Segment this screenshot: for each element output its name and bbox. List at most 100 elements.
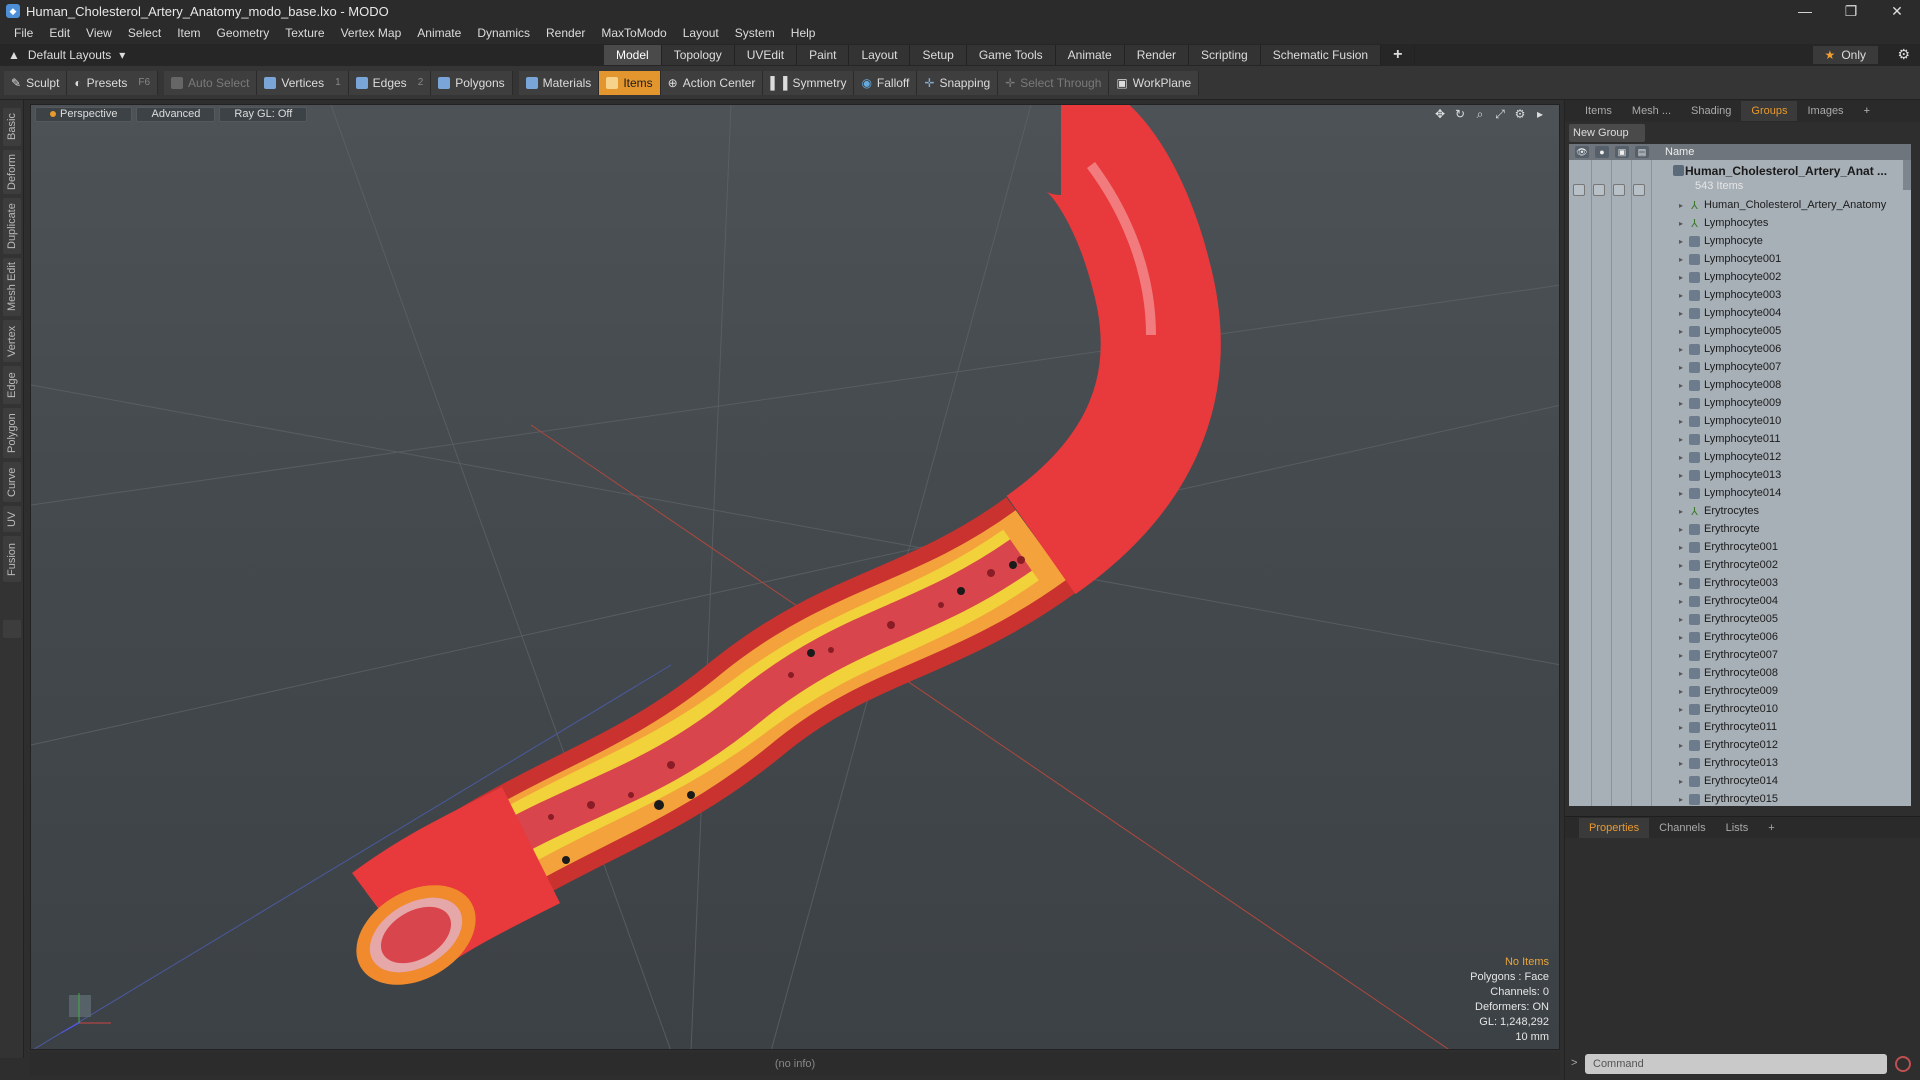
menu-view[interactable]: View xyxy=(78,26,120,40)
tab-edge[interactable]: Edge xyxy=(3,366,21,404)
tree-item[interactable]: ▸ Erythrocyte012 xyxy=(1665,736,1911,754)
expand-icon[interactable]: ▸ xyxy=(1679,741,1689,750)
minimize-icon[interactable]: — xyxy=(1782,0,1828,22)
expand-icon[interactable]: ▸ xyxy=(1679,651,1689,660)
command-input[interactable]: Command xyxy=(1585,1054,1887,1074)
select-icon[interactable]: ▤ xyxy=(1635,146,1649,158)
tab-model[interactable]: Model xyxy=(604,45,662,65)
menu-dynamics[interactable]: Dynamics xyxy=(469,26,538,40)
tab-items[interactable]: Items xyxy=(1575,101,1622,121)
root-eye-toggle[interactable] xyxy=(1573,184,1585,196)
vertices-button[interactable]: Vertices 1 xyxy=(257,70,349,95)
edges-button[interactable]: Edges 2 xyxy=(348,70,432,95)
zoom-icon[interactable]: ⌕ xyxy=(1473,107,1487,122)
action-center-button[interactable]: ⊕ Action Center xyxy=(660,70,764,95)
tab-mesh-edit[interactable]: Mesh Edit xyxy=(3,258,21,316)
symmetry-button[interactable]: ▌▐ Symmetry xyxy=(763,70,855,95)
tree-item[interactable]: ▸ Lymphocyte003 xyxy=(1665,286,1911,304)
tab-lists[interactable]: Lists xyxy=(1716,818,1759,838)
expand-icon[interactable]: ▸ xyxy=(1679,291,1689,300)
rotate-icon[interactable]: ↻ xyxy=(1453,107,1467,122)
tab-render[interactable]: Render xyxy=(1124,45,1190,65)
snapping-button[interactable]: ✛ Snapping xyxy=(917,70,999,95)
tab-layout[interactable]: Layout xyxy=(849,45,911,65)
tab-collapse[interactable] xyxy=(3,620,21,638)
menu-file[interactable]: File xyxy=(6,26,41,40)
expand-icon[interactable]: ▸ xyxy=(1679,399,1689,408)
tree-item[interactable]: ▸ Lymphocyte005 xyxy=(1665,322,1911,340)
select-through-button[interactable]: ✛ Select Through xyxy=(998,70,1110,95)
tree-item[interactable]: ▸ Erythrocyte004 xyxy=(1665,592,1911,610)
tab-vertex[interactable]: Vertex xyxy=(3,320,21,362)
tab-basic[interactable]: Basic xyxy=(3,108,21,146)
restore-icon[interactable]: ❐ xyxy=(1828,0,1874,22)
root-render-toggle[interactable] xyxy=(1593,184,1605,196)
menu-item[interactable]: Item xyxy=(169,26,208,40)
tree-item[interactable]: ▸ Lymphocyte xyxy=(1665,232,1911,250)
expand-icon[interactable]: ▸ xyxy=(1679,705,1689,714)
tree-item[interactable]: ▸ Erythrocyte005 xyxy=(1665,610,1911,628)
menu-select[interactable]: Select xyxy=(120,26,169,40)
menu-help[interactable]: Help xyxy=(783,26,824,40)
lock-icon[interactable]: ▣ xyxy=(1615,146,1629,158)
tree-item[interactable]: ▸ ⅄ Lymphocytes xyxy=(1665,214,1911,232)
polygons-button[interactable]: Polygons xyxy=(431,70,513,95)
expand-icon[interactable]: ▸ xyxy=(1679,633,1689,642)
tree-item[interactable]: ▸ Lymphocyte009 xyxy=(1665,394,1911,412)
expand-icon[interactable]: ▸ xyxy=(1679,471,1689,480)
expand-icon[interactable]: ▸ xyxy=(1679,381,1689,390)
menu-maxtomodo[interactable]: MaxToModo xyxy=(593,26,674,40)
menu-edit[interactable]: Edit xyxy=(41,26,78,40)
menu-system[interactable]: System xyxy=(727,26,783,40)
tree-item[interactable]: ▸ Lymphocyte008 xyxy=(1665,376,1911,394)
expand-icon[interactable]: ▸ xyxy=(1679,363,1689,372)
shading-dropdown[interactable]: Advanced xyxy=(136,106,216,122)
tab-paint[interactable]: Paint xyxy=(797,45,850,65)
tab-animate[interactable]: Animate xyxy=(1055,45,1125,65)
tree-scrollbar[interactable] xyxy=(1903,160,1911,190)
menu-animate[interactable]: Animate xyxy=(409,26,469,40)
tab-shading[interactable]: Shading xyxy=(1681,101,1741,121)
tree-item[interactable]: ▸ Erythrocyte xyxy=(1665,520,1911,538)
workplane-button[interactable]: ▣ WorkPlane xyxy=(1109,70,1200,95)
items-button[interactable]: Items xyxy=(599,70,661,95)
tab-game-tools[interactable]: Game Tools xyxy=(966,45,1056,65)
tab-uvedit[interactable]: UVEdit xyxy=(734,45,798,65)
tree-item[interactable]: ▸ Lymphocyte001 xyxy=(1665,250,1911,268)
tree-item[interactable]: ▸ Lymphocyte002 xyxy=(1665,268,1911,286)
tree-item[interactable]: ▸ Erythrocyte008 xyxy=(1665,664,1911,682)
expand-icon[interactable]: ▸ xyxy=(1679,327,1689,336)
expand-icon[interactable]: ▸ xyxy=(1679,723,1689,732)
tree-item[interactable]: ▸ Erythrocyte014 xyxy=(1665,772,1911,790)
tab-uv[interactable]: UV xyxy=(3,506,21,532)
tree-item[interactable]: ▸ Lymphocyte007 xyxy=(1665,358,1911,376)
tree-item[interactable]: ▸ Erythrocyte001 xyxy=(1665,538,1911,556)
layout-dropdown[interactable]: ▲ Default Layouts ▾ xyxy=(8,48,125,62)
expand-icon[interactable]: ▸ xyxy=(1679,543,1689,552)
expand-icon[interactable]: ▸ xyxy=(1679,345,1689,354)
tree-item[interactable]: ▸ Erythrocyte009 xyxy=(1665,682,1911,700)
tree-item[interactable]: ▸ Erythrocyte002 xyxy=(1665,556,1911,574)
expand-icon[interactable]: ▸ xyxy=(1679,219,1689,228)
tab-properties[interactable]: Properties xyxy=(1579,817,1650,838)
tree-item[interactable]: ▸ Erythrocyte011 xyxy=(1665,718,1911,736)
materials-button[interactable]: Materials xyxy=(518,70,600,95)
tree-item[interactable]: ▸ Lymphocyte006 xyxy=(1665,340,1911,358)
expand-icon[interactable]: ▸ xyxy=(1679,435,1689,444)
expand-icon[interactable]: ▸ xyxy=(1679,507,1689,516)
expand-icon[interactable]: ▸ xyxy=(1679,615,1689,624)
expand-icon[interactable]: ▸ xyxy=(1679,201,1689,210)
auto-select-button[interactable]: Auto Select xyxy=(164,70,258,95)
tab-polygon[interactable]: Polygon xyxy=(3,408,21,458)
close-icon[interactable]: ✕ xyxy=(1874,0,1920,22)
expand-icon[interactable]: ▸ xyxy=(1679,795,1689,804)
tree-item[interactable]: ▸ Lymphocyte014 xyxy=(1665,484,1911,502)
expand-icon[interactable]: ▸ xyxy=(1679,669,1689,678)
expand-icon[interactable]: ▸ xyxy=(1679,237,1689,246)
3d-viewport[interactable]: Perspective Advanced Ray GL: Off ✥ ↻ ⌕ ⤢… xyxy=(30,104,1560,1050)
expand-icon[interactable]: ▸ xyxy=(1679,759,1689,768)
tree-item[interactable]: ▸ Lymphocyte011 xyxy=(1665,430,1911,448)
tree-item[interactable]: ▸ Lymphocyte012 xyxy=(1665,448,1911,466)
presets-button[interactable]: ◐ Presets F6 xyxy=(67,70,159,95)
add-tab-icon[interactable]: + xyxy=(1381,45,1416,65)
